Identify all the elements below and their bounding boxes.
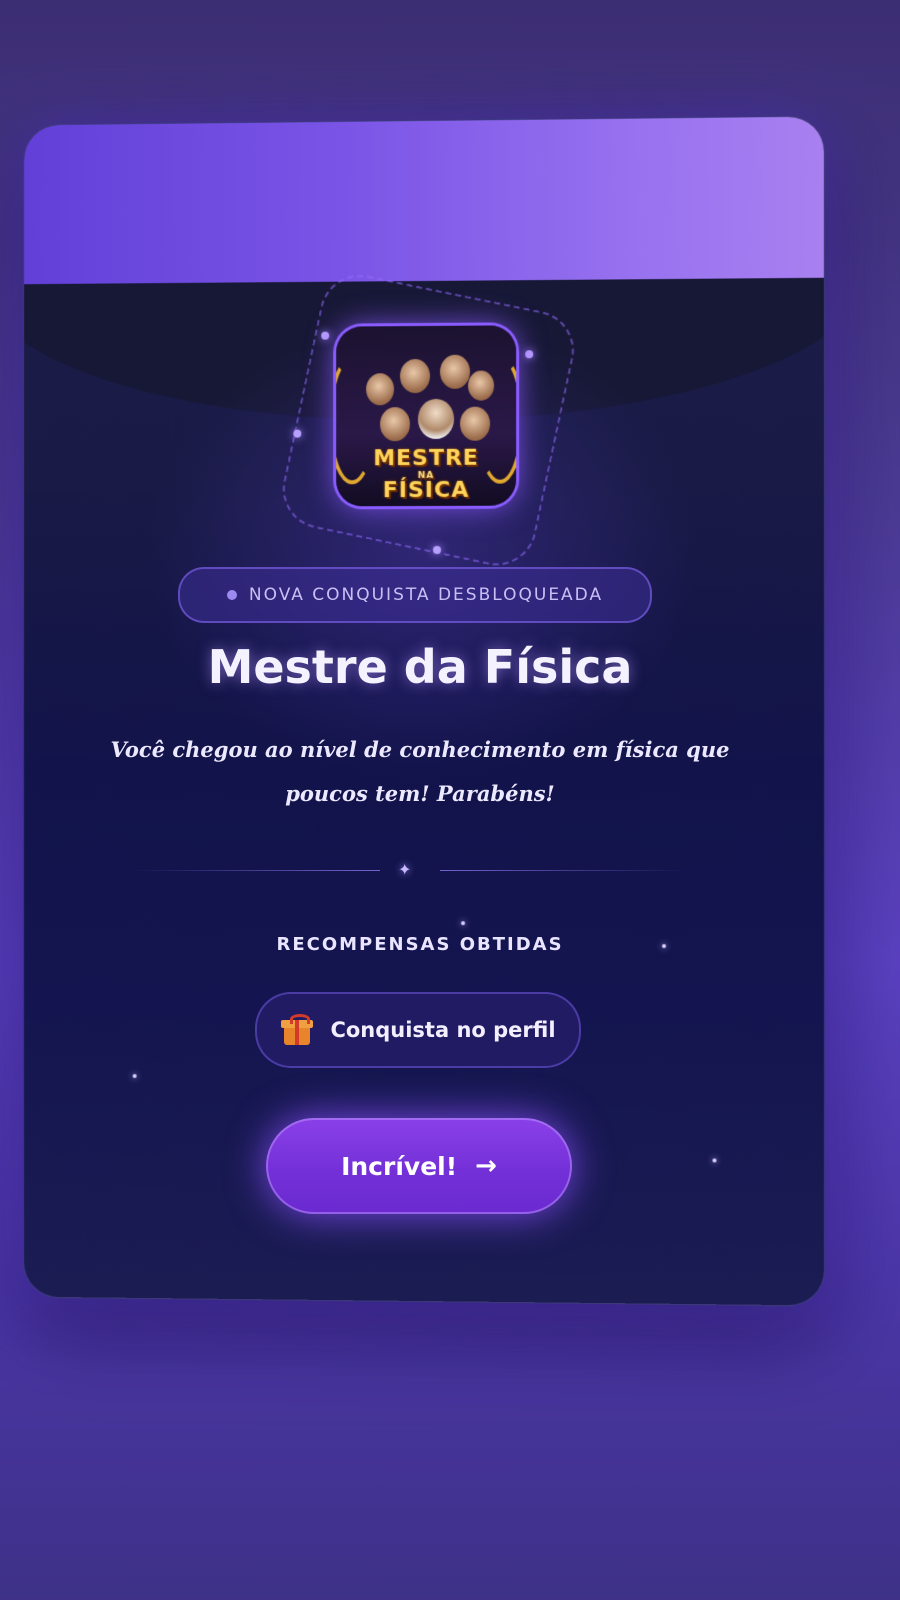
- status-badge: NOVA CONQUISTA DESBLOQUEADA: [178, 567, 652, 623]
- section-divider: ✦: [130, 860, 690, 879]
- orbit-dot: [293, 429, 302, 438]
- reward-item: Conquista no perfil: [255, 992, 581, 1068]
- badge-emblem-line1: MESTRE: [373, 445, 479, 472]
- background: MESTRE NA FÍSICA NOVA CONQUISTA DESBLOQU…: [0, 0, 900, 1600]
- arrow-right-icon: →: [475, 1151, 497, 1181]
- confirm-button-label: Incrível!: [341, 1151, 458, 1181]
- gift-icon: [280, 1013, 314, 1047]
- sparkle: [132, 1074, 137, 1079]
- badge-emblem-line3: FÍSICA: [382, 477, 470, 504]
- orbit-dot: [525, 350, 534, 359]
- scientists-illustration: [356, 350, 496, 446]
- status-dot-icon: [226, 590, 237, 600]
- achievement-badge: MESTRE NA FÍSICA: [275, 267, 582, 573]
- orbit-dot: [321, 331, 330, 340]
- reward-item-label: Conquista no perfil: [330, 1018, 556, 1042]
- status-badge-label: NOVA CONQUISTA DESBLOQUEADA: [248, 585, 604, 605]
- orbit-dot: [432, 545, 442, 554]
- achievement-title: Mestre da Física: [207, 640, 633, 694]
- card-header-band: [24, 116, 824, 300]
- rewards-heading: RECOMPENSAS OBTIDAS: [276, 934, 564, 955]
- achievement-description: Você chegou ao nível de conhecimento em …: [110, 737, 730, 806]
- badge-image: MESTRE NA FÍSICA: [336, 325, 517, 507]
- confirm-button[interactable]: Incrível! →: [266, 1118, 572, 1214]
- sparkle: [461, 921, 466, 926]
- sparkle: [712, 1158, 717, 1163]
- sparkle-icon: ✦: [398, 860, 412, 879]
